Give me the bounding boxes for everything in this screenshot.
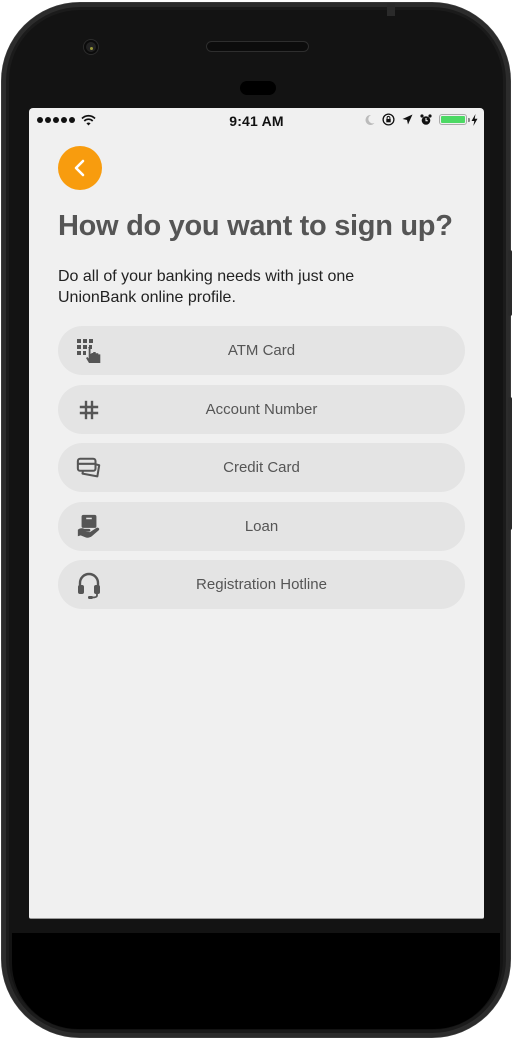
credit-card-icon xyxy=(76,455,102,481)
front-camera xyxy=(84,40,98,54)
phone-top-button xyxy=(387,3,395,16)
status-icons xyxy=(364,113,478,126)
option-label: Credit Card xyxy=(223,459,300,476)
phone-chin xyxy=(12,933,500,1029)
chevron-left-icon xyxy=(74,159,85,177)
status-bar: 9:41 AM xyxy=(29,108,484,136)
power-button xyxy=(508,397,512,530)
back-button[interactable] xyxy=(58,146,102,190)
page-title: How do you want to sign up? xyxy=(58,210,453,242)
location-arrow-icon xyxy=(402,114,413,125)
option-atm-card[interactable]: ATM Card xyxy=(58,326,465,375)
option-label: Registration Hotline xyxy=(196,576,327,593)
keypad-hand-icon xyxy=(76,338,102,364)
hash-icon xyxy=(76,397,102,423)
option-account-number[interactable]: Account Number xyxy=(58,384,465,434)
option-label: Account Number xyxy=(205,400,318,418)
earpiece-speaker xyxy=(207,42,308,51)
option-label: ATM Card xyxy=(227,342,296,359)
alarm-icon xyxy=(420,113,432,125)
signup-options-list: ATM Card Account Number Credit Card Loan… xyxy=(58,326,465,619)
option-label: Loan xyxy=(244,517,279,535)
rotation-lock-icon xyxy=(382,113,395,126)
page-subtitle: Do all of your banking needs with just o… xyxy=(58,268,355,306)
option-registration-hotline[interactable]: Registration Hotline xyxy=(58,560,465,609)
option-loan[interactable]: Loan xyxy=(58,501,465,551)
loan-hand-icon xyxy=(76,514,102,540)
option-credit-card[interactable]: Credit Card xyxy=(58,443,465,492)
battery-icon xyxy=(439,114,470,125)
battery-level xyxy=(441,116,465,123)
moon-icon xyxy=(365,114,375,125)
headset-icon xyxy=(76,572,102,599)
app-screen: 9:41 AM How do you want to sign up? Do a… xyxy=(29,108,484,919)
volume-up-button xyxy=(508,250,512,316)
charging-bolt-icon xyxy=(471,113,478,126)
proximity-sensor xyxy=(240,81,276,95)
